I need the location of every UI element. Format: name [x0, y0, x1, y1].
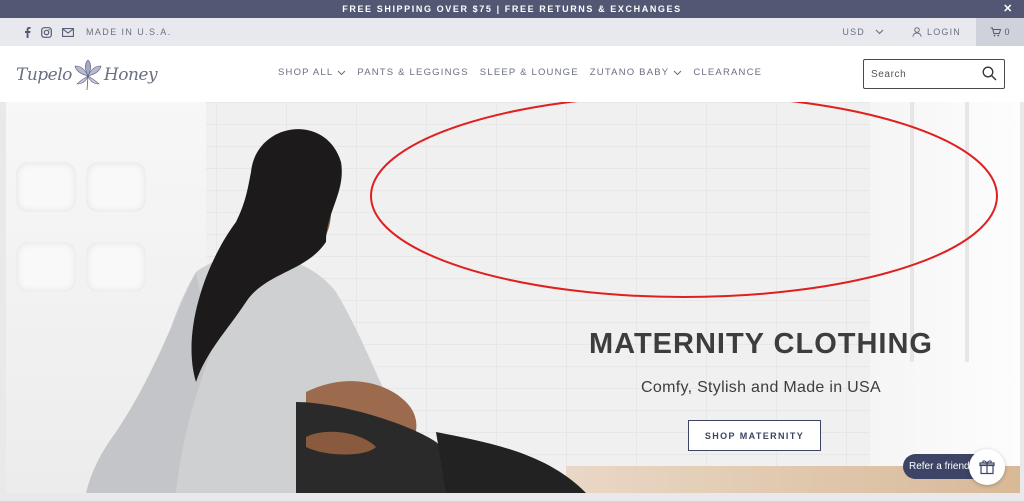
announcement-text: FREE SHIPPING OVER $75 | FREE RETURNS & …: [342, 4, 682, 14]
page: FREE SHIPPING OVER $75 | FREE RETURNS & …: [0, 0, 1024, 501]
chevron-down-icon: [673, 70, 682, 75]
shop-maternity-button[interactable]: SHOP MATERNITY: [688, 420, 821, 451]
nav-item-clearance[interactable]: CLEARANCE: [693, 67, 762, 78]
search-box: [863, 59, 1005, 89]
logo-text-left: Tupelo: [16, 65, 72, 85]
facebook-icon[interactable]: [24, 26, 31, 38]
refer-label: Refer a friend: [909, 461, 970, 472]
login-label: LOGIN: [926, 27, 961, 37]
nav-label: SLEEP & LOUNGE: [479, 67, 579, 78]
hero-text: MATERNITY CLOTHING Comfy, Stylish and Ma…: [566, 328, 956, 397]
close-icon[interactable]: ✕: [1003, 2, 1014, 15]
login-link[interactable]: LOGIN: [912, 27, 961, 37]
hero-title: MATERNITY CLOTHING: [589, 328, 933, 360]
nav-label: CLEARANCE: [693, 67, 763, 78]
main-nav: SHOP ALL PANTS & LEGGINGS SLEEP & LOUNGE…: [278, 67, 762, 78]
logo-text-right: Honey: [103, 65, 158, 85]
chevron-down-icon: [338, 70, 346, 75]
nav-item-shop-all[interactable]: SHOP ALL: [278, 67, 346, 78]
hero-banner: MATERNITY CLOTHING Comfy, Stylish and Ma…: [6, 102, 1020, 493]
announcement-bar: FREE SHIPPING OVER $75 | FREE RETURNS & …: [0, 0, 1024, 18]
utility-right: USD LOGIN 0: [842, 18, 1024, 46]
made-in-usa-text: MADE IN U.S.A.: [86, 27, 172, 37]
gift-icon[interactable]: [969, 449, 1005, 485]
cart-button[interactable]: 0: [976, 18, 1024, 46]
mail-icon[interactable]: [62, 27, 74, 37]
cart-count: 0: [1004, 27, 1010, 37]
cart-icon: [990, 27, 1002, 37]
search-input[interactable]: [864, 68, 974, 80]
nav-item-zutano-baby[interactable]: ZUTANO BABY: [590, 67, 683, 78]
hero-model-photo: [86, 129, 586, 493]
search-icon[interactable]: [982, 66, 997, 81]
currency-selector[interactable]: USD: [842, 27, 884, 37]
currency-value: USD: [842, 27, 865, 37]
nav-label: ZUTANO BABY: [589, 67, 670, 78]
flower-logo-icon: [74, 60, 102, 90]
chevron-down-icon: [875, 29, 884, 35]
nav-item-pants-leggings[interactable]: PANTS & LEGGINGS: [357, 67, 468, 78]
hero-subtitle: Comfy, Stylish and Made in USA: [641, 379, 881, 396]
user-icon: [912, 27, 922, 37]
window-background: [870, 102, 1020, 493]
nav-item-sleep-lounge[interactable]: SLEEP & LOUNGE: [480, 67, 579, 78]
window-frame: [965, 102, 969, 362]
nav-label: SHOP ALL: [278, 67, 334, 78]
social-links: MADE IN U.S.A.: [24, 26, 172, 38]
site-header: Tupelo Honey SHOP ALL PANTS & LEGGINGS S…: [0, 46, 1024, 102]
nav-label: PANTS & LEGGINGS: [357, 67, 469, 78]
utility-bar: MADE IN U.S.A. USD LOGIN 0: [0, 18, 1024, 46]
window-frame: [910, 102, 914, 362]
instagram-icon[interactable]: [41, 26, 52, 38]
logo[interactable]: Tupelo Honey: [16, 55, 166, 95]
